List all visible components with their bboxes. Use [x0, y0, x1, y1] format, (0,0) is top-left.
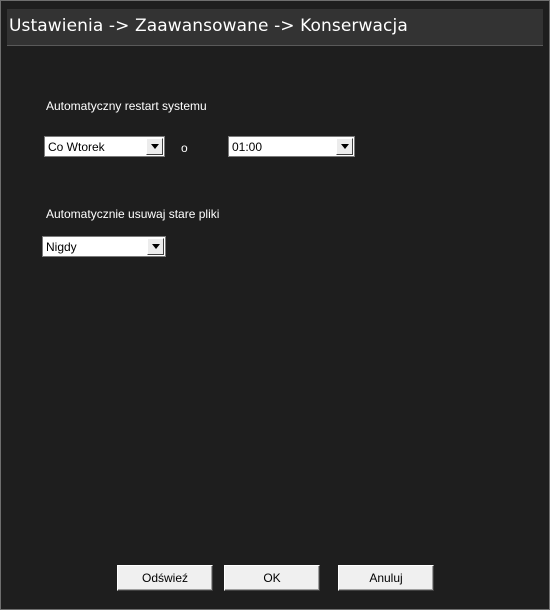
chevron-down-icon [152, 244, 160, 249]
maintenance-dialog: Ustawienia -> Zaawansowane -> Konserwacj… [0, 0, 550, 610]
ok-button[interactable]: OK [224, 565, 320, 591]
restart-day-value: Co Wtorek [48, 140, 105, 154]
time-connector-label: o [181, 141, 188, 155]
chevron-down-icon [151, 144, 159, 149]
window-title: Ustawienia -> Zaawansowane -> Konserwacj… [9, 16, 408, 36]
auto-delete-dropdown-button[interactable] [147, 238, 164, 255]
refresh-button[interactable]: Odświeź [117, 565, 213, 591]
restart-time-value: 01:00 [232, 140, 263, 154]
restart-day-select[interactable]: Co Wtorek [44, 136, 165, 157]
auto-delete-label: Automatycznie usuwaj stare pliki [46, 207, 220, 221]
cancel-button[interactable]: Anuluj [338, 565, 434, 591]
chevron-down-icon [341, 144, 349, 149]
auto-restart-label: Automatyczny restart systemu [46, 99, 207, 113]
title-bar: Ustawienia -> Zaawansowane -> Konserwacj… [7, 9, 543, 46]
restart-time-dropdown-button[interactable] [336, 138, 353, 155]
restart-day-dropdown-button[interactable] [146, 138, 163, 155]
auto-delete-value: Nigdy [46, 240, 77, 254]
restart-time-select[interactable]: 01:00 [228, 136, 355, 157]
auto-delete-select[interactable]: Nigdy [42, 236, 166, 257]
